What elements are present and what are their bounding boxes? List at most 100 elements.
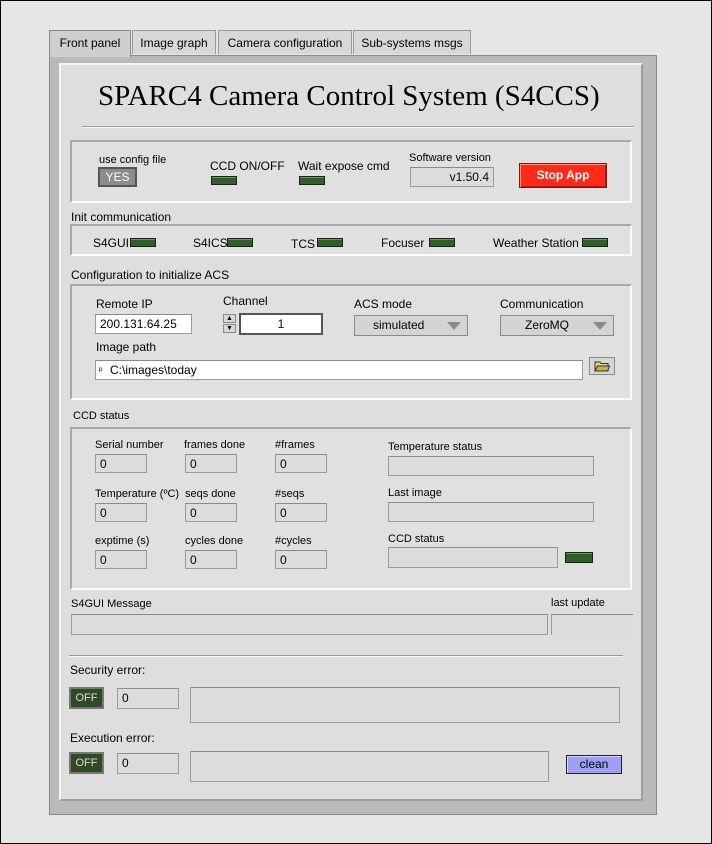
frames-field: 0 — [275, 454, 327, 473]
page-title: SPARC4 Camera Control System (S4CCS) — [98, 80, 600, 112]
execution-error-label: Execution error: — [70, 731, 155, 745]
serial-number-label: Serial number — [95, 439, 164, 451]
up-arrow-icon: ▲ — [226, 315, 233, 322]
errors-divider — [69, 655, 623, 657]
frames-done-label: frames done — [184, 439, 246, 451]
security-error-toggle[interactable]: OFF — [69, 687, 104, 709]
cycles-label: #cycles — [275, 535, 312, 547]
down-arrow-icon: ▼ — [226, 325, 233, 332]
communication-label: Communication — [500, 297, 584, 311]
use-config-label: use config file — [99, 154, 167, 166]
stop-app-label: Stop App — [536, 168, 590, 182]
channel-value: 1 — [277, 317, 285, 331]
ccd-status-field — [388, 547, 558, 568]
seqs-field: 0 — [275, 503, 327, 522]
ccd-onoff-label: CCD ON/OFF — [210, 159, 285, 173]
use-config-value: YES — [105, 170, 130, 184]
serial-number-value: 0 — [100, 457, 107, 471]
s4gui-led — [130, 238, 156, 247]
focuser-led — [429, 238, 455, 247]
frames-done-value: 0 — [190, 457, 197, 471]
clean-button[interactable]: clean — [566, 755, 622, 774]
init-comm-tcs-label: TCS — [291, 237, 315, 251]
security-error-label: Security error: — [70, 663, 146, 677]
seqs-done-field: 0 — [185, 503, 237, 522]
tab-sub-systems-msgs[interactable]: Sub-systems msgs — [353, 30, 471, 54]
cycles-done-field: 0 — [185, 550, 237, 569]
browse-folder-button[interactable] — [589, 357, 615, 375]
execution-error-code: 0 — [117, 753, 179, 774]
seqs-value: 0 — [280, 506, 287, 520]
acs-mode-label: ACS mode — [354, 297, 413, 311]
exptime-label: exptime (s) — [95, 535, 150, 547]
wait-expose-led[interactable] — [299, 176, 325, 185]
ccd-status-title: CCD status — [73, 410, 130, 422]
seqs-done-label: seqs done — [185, 488, 236, 500]
seqs-label: #seqs — [275, 488, 305, 500]
frames-done-field: 0 — [185, 454, 237, 473]
channel-increment-button[interactable]: ▲ — [223, 314, 236, 323]
ccd-status-led — [565, 552, 593, 563]
image-path-input[interactable]: ᵖ C:\images\today — [95, 360, 583, 380]
remote-ip-label: Remote IP — [96, 297, 153, 311]
s4gui-message-field — [71, 614, 548, 635]
tab-camera-configuration[interactable]: Camera configuration — [218, 30, 352, 54]
init-comm-s4gui-label: S4GUI — [93, 236, 130, 250]
acs-config-title: Configuration to initialize ACS — [71, 268, 230, 282]
wait-expose-label: Wait expose cmd — [298, 159, 390, 173]
communication-select[interactable]: ZeroMQ — [500, 315, 614, 336]
remote-ip-value: 200.131.64.25 — [100, 317, 177, 331]
init-comm-weather-label: Weather Station — [493, 236, 579, 250]
stop-app-button[interactable]: Stop App — [519, 163, 607, 188]
use-config-toggle[interactable]: YES — [98, 167, 137, 187]
serial-number-field: 0 — [95, 454, 147, 473]
execution-error-toggle-label: OFF — [75, 757, 98, 769]
tab-label: Camera configuration — [227, 36, 343, 50]
acs-mode-select[interactable]: simulated — [354, 315, 468, 336]
security-error-code-value: 0 — [122, 691, 129, 705]
communication-value: ZeroMQ — [525, 318, 570, 332]
cycles-done-value: 0 — [190, 553, 197, 567]
clean-label: clean — [579, 757, 609, 771]
cycles-field: 0 — [275, 550, 327, 569]
last-image-label: Last image — [388, 487, 442, 499]
init-comm-s4ics-label: S4ICS — [193, 236, 228, 250]
image-path-value: C:\images\today — [110, 363, 197, 377]
exptime-field: 0 — [95, 550, 147, 569]
tab-label: Image graph — [140, 36, 208, 50]
execution-error-toggle[interactable]: OFF — [69, 752, 104, 774]
channel-decrement-button[interactable]: ▼ — [223, 324, 236, 333]
software-version-field: v1.50.4 — [410, 167, 494, 187]
dropdown-arrow-icon — [593, 322, 607, 330]
execution-error-code-value: 0 — [122, 756, 129, 770]
dropdown-arrow-icon — [447, 322, 461, 330]
last-update-field — [551, 614, 633, 635]
security-error-toggle-label: OFF — [75, 692, 98, 704]
weather-station-led — [582, 238, 608, 247]
security-error-source — [190, 687, 620, 723]
cycles-value: 0 — [280, 553, 287, 567]
folder-icon — [594, 361, 611, 372]
init-comm-title: Init communication — [71, 210, 172, 224]
image-path-label: Image path — [96, 340, 157, 354]
remote-ip-input[interactable]: 200.131.64.25 — [95, 314, 192, 334]
temperature-label: Temperature (ºC) — [95, 488, 180, 500]
tab-image-graph[interactable]: Image graph — [132, 30, 216, 54]
last-image-field — [388, 502, 594, 522]
software-version-label: Software version — [409, 152, 491, 164]
acs-mode-value: simulated — [373, 318, 425, 332]
channel-input[interactable]: 1 — [239, 313, 323, 335]
temperature-status-label: Temperature status — [388, 441, 483, 453]
exptime-value: 0 — [100, 553, 107, 567]
channel-label: Channel — [223, 294, 268, 308]
tab-front-panel[interactable]: Front panel — [49, 30, 131, 57]
temperature-status-field — [388, 456, 594, 476]
init-comm-focuser-label: Focuser — [381, 236, 425, 250]
ccd-status-label: CCD status — [388, 533, 445, 545]
last-update-label: last update — [551, 597, 605, 609]
ccd-onoff-led[interactable] — [211, 176, 237, 185]
tcs-led — [317, 238, 343, 247]
frames-label: #frames — [275, 439, 315, 451]
temperature-field: 0 — [95, 503, 147, 522]
frames-value: 0 — [280, 457, 287, 471]
